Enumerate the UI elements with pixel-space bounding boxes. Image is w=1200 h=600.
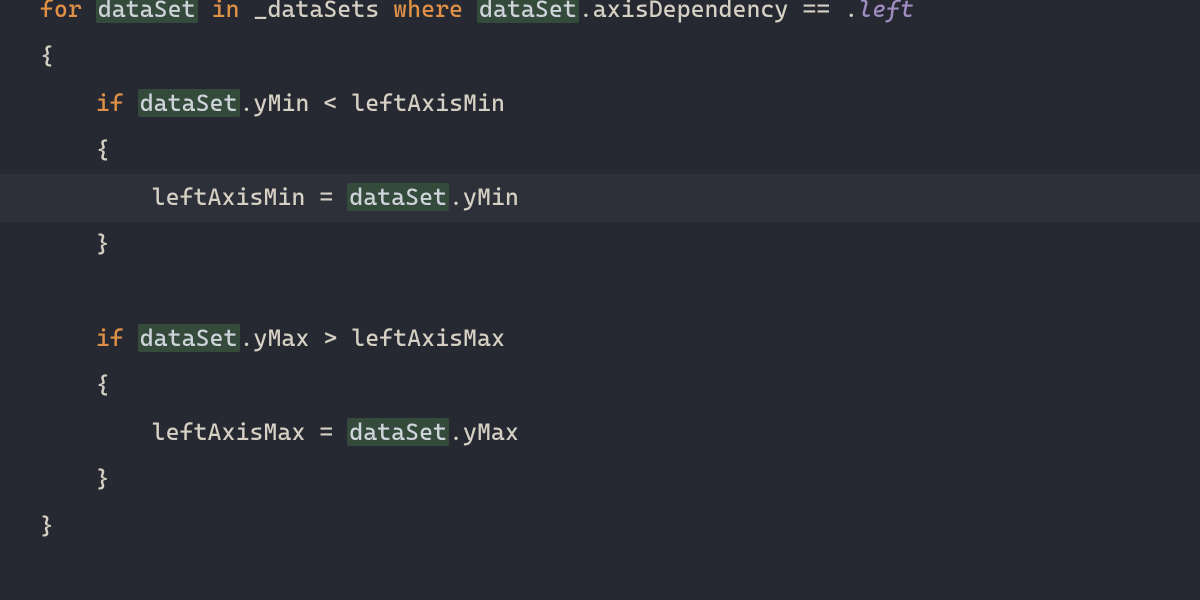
code-token xyxy=(124,89,138,117)
code-token: .axisDependency == . xyxy=(579,0,858,23)
code-token: dataSet xyxy=(96,0,198,23)
code-line[interactable]: for dataSet in _dataSets where dataSet.a… xyxy=(40,0,914,33)
code-token: } xyxy=(40,230,110,258)
code-token xyxy=(463,0,477,23)
code-token: if xyxy=(96,89,124,117)
code-token: } xyxy=(40,465,110,493)
code-token: { xyxy=(40,371,110,399)
code-token xyxy=(40,324,96,352)
code-content[interactable]: for dataSet in _dataSets where dataSet.a… xyxy=(40,0,914,550)
code-token xyxy=(198,0,212,23)
code-line[interactable]: { xyxy=(40,33,914,80)
code-token: leftAxisMax = xyxy=(40,418,347,446)
code-token: { xyxy=(40,136,110,164)
code-line[interactable]: { xyxy=(40,127,914,174)
code-token: dataSet xyxy=(347,183,449,211)
code-token: leftAxisMin = xyxy=(40,183,347,211)
code-token: dataSet xyxy=(138,324,240,352)
code-token: where xyxy=(393,0,463,23)
code-line[interactable]: leftAxisMin = dataSet.yMin xyxy=(40,174,914,221)
code-editor[interactable]: for dataSet in _dataSets where dataSet.a… xyxy=(0,0,1200,600)
code-line[interactable]: if dataSet.yMax > leftAxisMax xyxy=(40,315,914,362)
code-token: .yMax > leftAxisMax xyxy=(240,324,505,352)
code-token: .yMin < leftAxisMin xyxy=(240,89,505,117)
code-token: dataSet xyxy=(477,0,579,23)
code-token: dataSet xyxy=(138,89,240,117)
code-token xyxy=(124,324,138,352)
code-token: in xyxy=(212,0,240,23)
code-token: for xyxy=(40,0,96,23)
code-line[interactable]: if dataSet.yMin < leftAxisMin xyxy=(40,80,914,127)
code-line[interactable]: } xyxy=(40,503,914,550)
code-token xyxy=(40,89,96,117)
code-line[interactable]: leftAxisMax = dataSet.yMax xyxy=(40,409,914,456)
code-token: .yMax xyxy=(449,418,519,446)
code-line[interactable]: } xyxy=(40,456,914,503)
code-line[interactable] xyxy=(40,268,914,315)
code-line[interactable]: } xyxy=(40,221,914,268)
code-token: { xyxy=(40,42,54,70)
code-token: _dataSets xyxy=(240,0,394,23)
code-token: } xyxy=(40,512,54,540)
code-token: dataSet xyxy=(347,418,449,446)
code-line[interactable]: { xyxy=(40,362,914,409)
code-token: if xyxy=(96,324,124,352)
code-token: left xyxy=(858,0,914,23)
code-token: .yMin xyxy=(449,183,519,211)
